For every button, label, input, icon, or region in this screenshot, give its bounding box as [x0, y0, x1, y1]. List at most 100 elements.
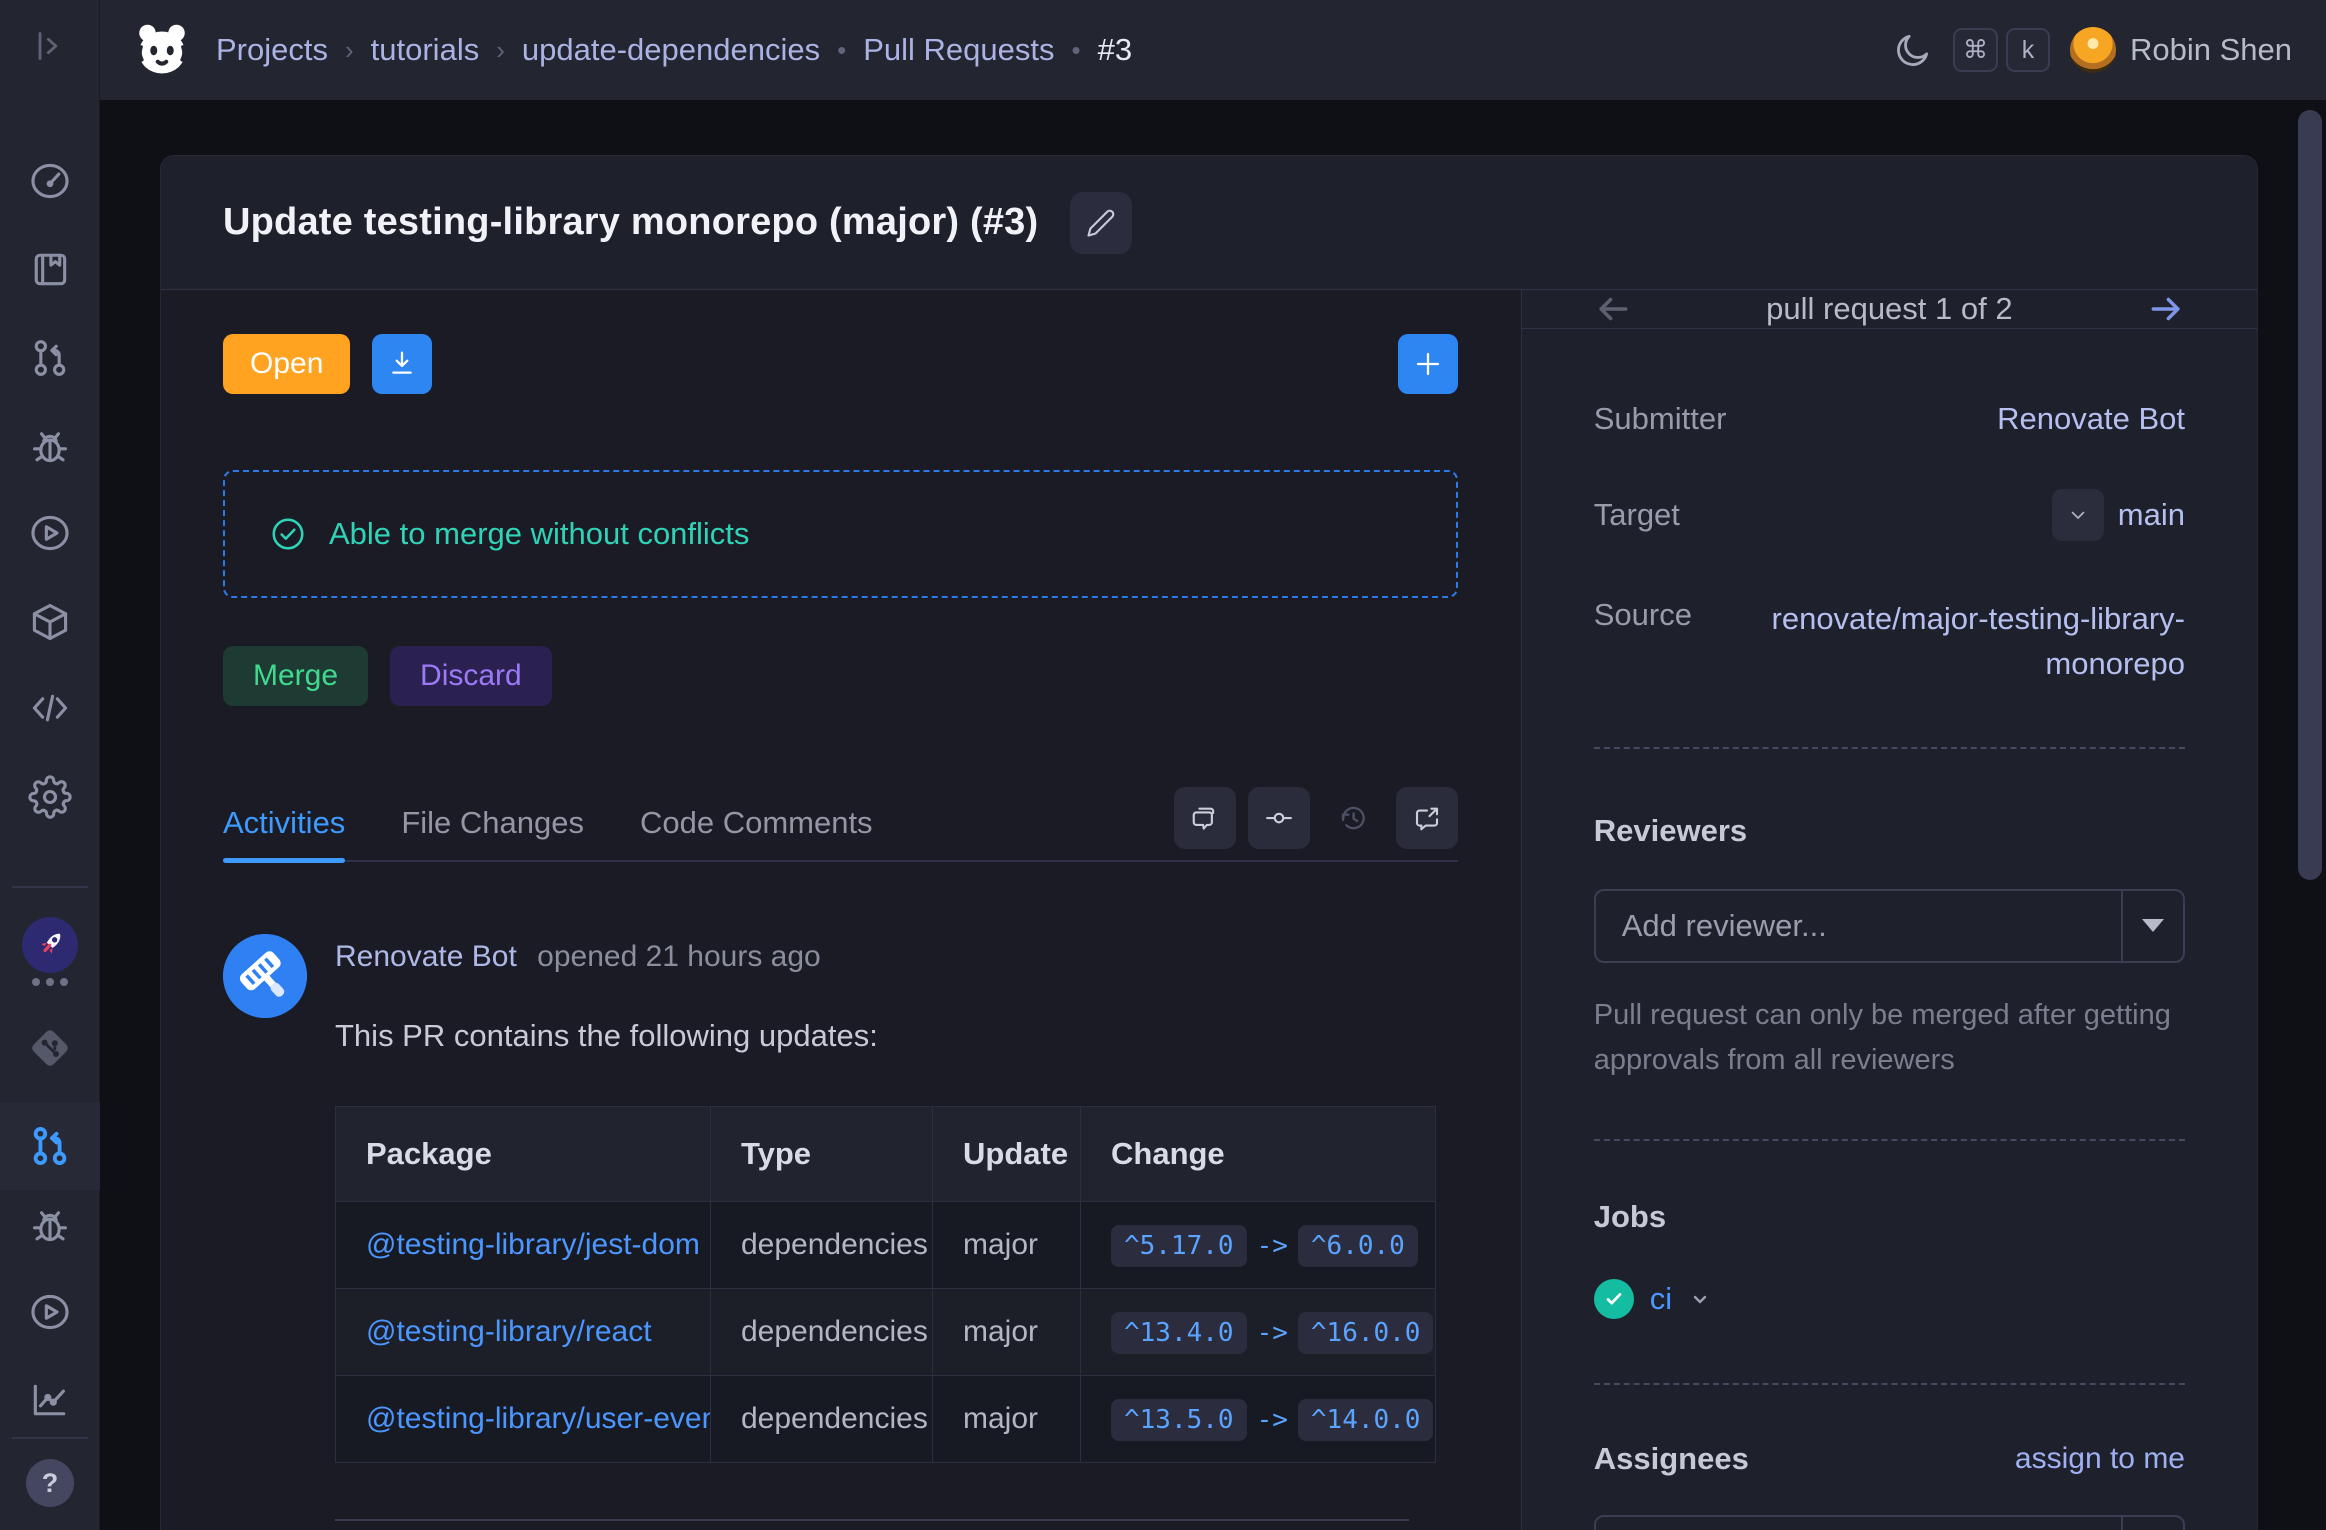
- section-divider: [1594, 747, 2185, 749]
- renovate-bot-avatar: [223, 934, 307, 1018]
- page-content: Update testing-library monorepo (major) …: [100, 100, 2326, 1530]
- package-link[interactable]: @testing-library/jest-dom: [366, 1228, 700, 1261]
- chat-bubbles-icon: [1190, 803, 1220, 833]
- author-link[interactable]: Renovate Bot: [335, 940, 517, 973]
- theme-moon-icon[interactable]: [1893, 30, 1933, 70]
- update-cell: major: [933, 1376, 1081, 1463]
- nav-docs-book-icon[interactable]: [26, 245, 74, 293]
- breadcrumb-org-link[interactable]: tutorials: [371, 32, 480, 68]
- update-cell: major: [933, 1289, 1081, 1376]
- download-patch-button[interactable]: [372, 334, 432, 394]
- submitter-value[interactable]: Renovate Bot: [1997, 401, 2185, 437]
- select-caret: [2121, 891, 2183, 961]
- breadcrumb-repo-link[interactable]: update-dependencies: [522, 32, 820, 68]
- nav-packages-icon[interactable]: [26, 598, 74, 646]
- reviewers-help-text: Pull request can only be merged after ge…: [1594, 993, 2185, 1083]
- cmd-key: ⌘: [1953, 28, 1998, 72]
- app-logo-panda-icon[interactable]: [130, 18, 194, 82]
- tab-toolbar: [1174, 787, 1458, 849]
- target-branch-dropdown[interactable]: [2052, 489, 2104, 541]
- update-cell: major: [933, 1202, 1081, 1289]
- version-to: ^6.0.0: [1298, 1225, 1418, 1267]
- edit-title-button[interactable]: [1070, 192, 1132, 254]
- search-shortcut-chip[interactable]: ⌘ k: [1953, 28, 2050, 72]
- help-glyph: ?: [42, 1468, 59, 1499]
- pencil-icon: [1086, 208, 1116, 238]
- activity-divider: [335, 1519, 1409, 1521]
- scrollbar-thumb[interactable]: [2298, 110, 2322, 880]
- nav-pipelines-play-icon[interactable]: [26, 509, 74, 557]
- more-options-dots-icon[interactable]: [30, 978, 70, 986]
- status-badge-open: Open: [223, 334, 350, 394]
- package-link[interactable]: @testing-library/user-event: [366, 1402, 711, 1435]
- rail-divider: [12, 886, 88, 888]
- add-button[interactable]: [1398, 334, 1458, 394]
- target-row: Target main: [1594, 489, 2185, 541]
- help-icon[interactable]: ?: [26, 1459, 74, 1507]
- breadcrumb-pull-requests-link[interactable]: Pull Requests: [863, 32, 1054, 68]
- repo-pull-requests-icon-active[interactable]: [26, 1122, 74, 1170]
- target-label: Target: [1594, 497, 1680, 533]
- merge-button[interactable]: Merge: [223, 646, 368, 706]
- activity-description: This PR contains the following updates:: [335, 1018, 878, 1054]
- change-cell: ^5.17.0->^6.0.0: [1081, 1202, 1436, 1289]
- breadcrumb: Projects › tutorials › update-dependenci…: [216, 32, 1132, 68]
- activity-item: Renovate Bot opened 21 hours ago This PR…: [223, 934, 1458, 1054]
- app-root: ? Projects › tutorials › update-dependen…: [0, 0, 2326, 1530]
- tab-file-changes[interactable]: File Changes: [401, 785, 584, 861]
- rail-divider: [12, 1437, 88, 1439]
- breadcrumb-chevron: ›: [496, 35, 505, 66]
- sidebar-expand-icon[interactable]: [26, 22, 74, 70]
- activity-byline: Renovate Bot opened 21 hours ago: [335, 940, 878, 974]
- add-assignee-placeholder: Add assignee...: [1596, 1517, 2121, 1530]
- comments-filter-button[interactable]: [1174, 787, 1236, 849]
- source-value[interactable]: renovate/major-testing-library-monorepo: [1715, 597, 2185, 687]
- pr-main-column: Open Able to merge without conflicts: [161, 290, 1521, 1530]
- breadcrumb-chevron: ›: [345, 35, 354, 66]
- commit-icon: [1264, 803, 1294, 833]
- pr-state-row: Open: [223, 334, 1458, 394]
- breadcrumb-dot: •: [837, 35, 846, 66]
- commits-view-button[interactable]: [1248, 787, 1310, 849]
- prev-pr-arrow-icon[interactable]: [1594, 290, 1632, 328]
- open-comment-button[interactable]: [1396, 787, 1458, 849]
- top-header-bar: Projects › tutorials › update-dependenci…: [100, 0, 2326, 100]
- repo-pipelines-play-icon[interactable]: [26, 1288, 74, 1336]
- pr-title-bar: Update testing-library monorepo (major) …: [161, 156, 2257, 290]
- reviewers-heading: Reviewers: [1594, 813, 2185, 849]
- nav-settings-gear-icon[interactable]: [26, 773, 74, 821]
- add-assignee-select[interactable]: Add assignee...: [1594, 1515, 2185, 1530]
- project-rocket-avatar[interactable]: [22, 917, 78, 973]
- tab-code-comments[interactable]: Code Comments: [640, 785, 873, 861]
- topbar-right-cluster: ⌘ k Robin Shen: [1893, 27, 2326, 73]
- pr-meta-body: Submitter Renovate Bot Target main: [1522, 329, 2257, 1530]
- nav-dashboard-gauge-icon[interactable]: [26, 157, 74, 205]
- history-button[interactable]: [1322, 787, 1384, 849]
- target-value: main: [2118, 497, 2185, 533]
- assignees-heading: Assignees: [1594, 1441, 1749, 1477]
- add-reviewer-select[interactable]: Add reviewer...: [1594, 889, 2185, 963]
- next-pr-arrow-icon[interactable]: [2147, 290, 2185, 328]
- type-cell: dependencies: [711, 1376, 933, 1463]
- nav-pull-requests-icon[interactable]: [26, 334, 74, 382]
- assign-to-me-link[interactable]: assign to me: [2015, 1442, 2185, 1476]
- job-ci-row[interactable]: ci: [1594, 1279, 2185, 1319]
- tab-activities[interactable]: Activities: [223, 785, 345, 861]
- merge-actions-row: Merge Discard: [223, 646, 1458, 706]
- change-cell: ^13.4.0->^16.0.0: [1081, 1289, 1436, 1376]
- nav-issues-bug-icon[interactable]: [26, 423, 74, 471]
- version-arrow: ->: [1257, 1231, 1288, 1261]
- repo-insights-chart-icon[interactable]: [26, 1376, 74, 1424]
- pull-request-card: Update testing-library monorepo (major) …: [160, 155, 2258, 1530]
- nav-code-icon[interactable]: [26, 684, 74, 732]
- discard-button[interactable]: Discard: [390, 646, 552, 706]
- updates-table: Package Type Update Change @testing-libr…: [335, 1106, 1436, 1463]
- pr-pager: pull request 1 of 2: [1522, 290, 2257, 329]
- user-menu[interactable]: Robin Shen: [2070, 27, 2292, 73]
- repo-issues-bug-icon[interactable]: [26, 1202, 74, 1250]
- git-logo-icon[interactable]: [26, 1024, 74, 1072]
- col-change: Change: [1081, 1107, 1436, 1202]
- user-name: Robin Shen: [2130, 32, 2292, 68]
- package-link[interactable]: @testing-library/react: [366, 1315, 652, 1348]
- breadcrumb-projects-link[interactable]: Projects: [216, 32, 328, 68]
